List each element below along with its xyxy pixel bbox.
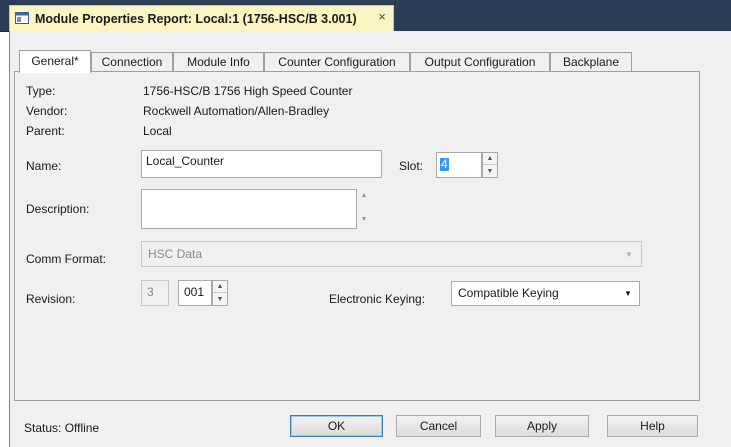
- tab-general[interactable]: General*: [19, 50, 91, 73]
- comm-format-label: Comm Format:: [26, 252, 107, 266]
- spin-up-icon[interactable]: ▲: [213, 281, 227, 293]
- slot-spinner[interactable]: ▲ ▼: [482, 152, 498, 178]
- electronic-keying-label: Electronic Keying:: [329, 292, 426, 306]
- name-label: Name:: [26, 159, 62, 173]
- tab-module-info[interactable]: Module Info: [173, 52, 264, 72]
- tab-output-configuration[interactable]: Output Configuration: [410, 52, 550, 72]
- help-button[interactable]: Help: [607, 415, 698, 437]
- parent-label: Parent:: [26, 124, 65, 138]
- spin-up-icon[interactable]: ▲: [483, 153, 497, 165]
- status-text: Status: Offline: [24, 421, 100, 435]
- comm-format-chevron-down-icon: ▼: [625, 250, 633, 259]
- parent-value: Local: [143, 124, 172, 138]
- revision-minor-spinner[interactable]: ▲ ▼: [212, 280, 228, 306]
- description-label: Description:: [26, 202, 90, 216]
- spin-down-icon[interactable]: ▼: [213, 293, 227, 305]
- vendor-label: Vendor:: [26, 104, 68, 118]
- apply-button[interactable]: Apply: [495, 415, 589, 437]
- revision-major-field[interactable]: 3: [141, 280, 169, 306]
- general-tab-panel: [14, 71, 700, 401]
- type-value: 1756-HSC/B 1756 High Speed Counter: [143, 84, 353, 98]
- name-field[interactable]: Local_Counter: [141, 150, 382, 178]
- type-label: Type:: [26, 84, 56, 98]
- module-properties-icon: [15, 12, 29, 24]
- vendor-value: Rockwell Automation/Allen-Bradley: [143, 104, 330, 118]
- document-tab[interactable]: Module Properties Report: Local:1 (1756-…: [9, 5, 394, 31]
- description-field[interactable]: [141, 189, 357, 229]
- tab-connection[interactable]: Connection: [91, 52, 173, 72]
- electronic-keying-select[interactable]: Compatible Keying: [451, 281, 640, 306]
- description-scroll-up-icon[interactable]: ▲: [358, 192, 370, 199]
- close-icon[interactable]: ×: [376, 10, 388, 23]
- slot-field[interactable]: 4: [436, 152, 482, 178]
- cancel-button[interactable]: Cancel: [396, 415, 481, 437]
- slot-label: Slot:: [399, 159, 424, 173]
- description-scroll-down-icon[interactable]: ▼: [358, 216, 370, 223]
- keying-chevron-down-icon[interactable]: ▼: [621, 290, 635, 298]
- comm-format-select[interactable]: HSC Data: [141, 241, 642, 267]
- tab-counter-configuration[interactable]: Counter Configuration: [264, 52, 410, 72]
- slot-value: 4: [440, 157, 449, 171]
- spin-down-icon[interactable]: ▼: [483, 165, 497, 177]
- tab-backplane[interactable]: Backplane: [550, 52, 632, 72]
- revision-minor-field[interactable]: 001: [178, 280, 212, 306]
- revision-label: Revision:: [26, 292, 76, 306]
- ok-button[interactable]: OK: [290, 415, 383, 437]
- window-title: Module Properties Report: Local:1 (1756-…: [35, 12, 357, 26]
- title-bar: Module Properties Report: Local:1 (1756-…: [0, 0, 731, 32]
